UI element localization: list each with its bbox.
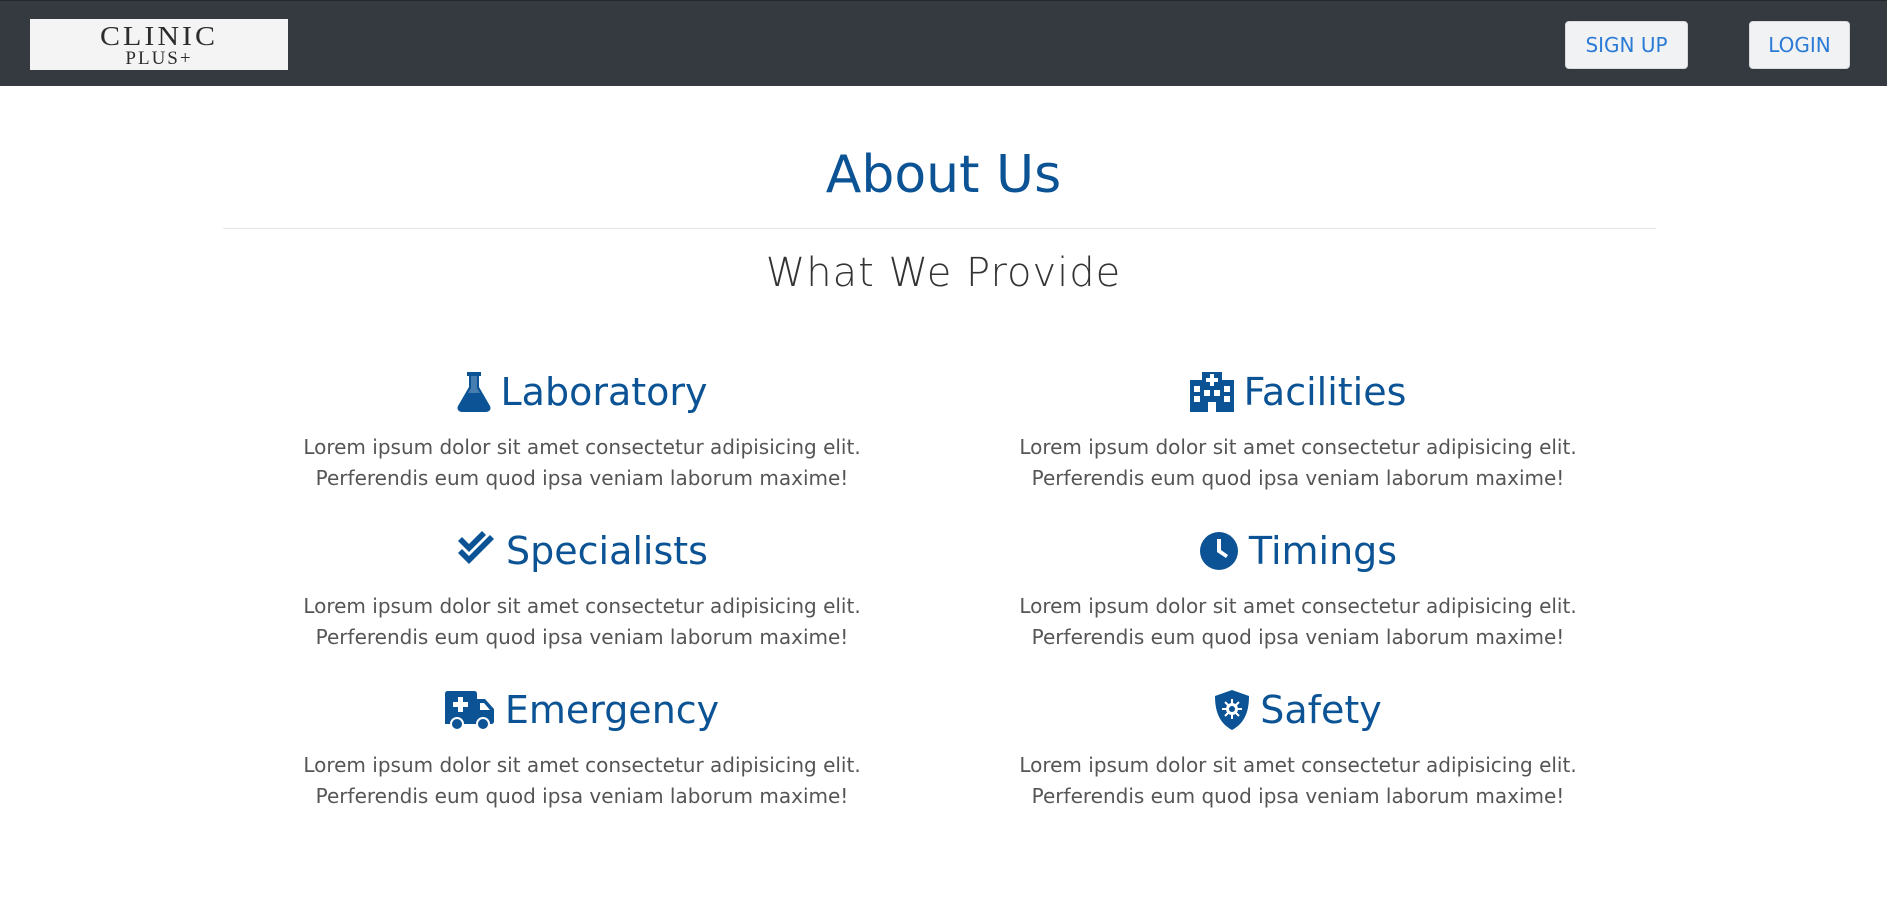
shield-virus-icon	[1214, 690, 1250, 730]
description-line-2: Perferendis eum quod ipsa veniam laborum…	[315, 784, 849, 808]
feature-description: Lorem ipsum dolor sit amet consectetur a…	[224, 591, 940, 653]
feature-description: Lorem ipsum dolor sit amet consectetur a…	[940, 432, 1656, 494]
feature-title: Facilities	[1243, 370, 1407, 414]
description-line-1: Lorem ipsum dolor sit amet consectetur a…	[303, 435, 861, 459]
feature-title: Emergency	[504, 688, 720, 732]
feature-description: Lorem ipsum dolor sit amet consectetur a…	[224, 432, 940, 494]
feature-facilities: Facilities Lorem ipsum dolor sit amet co…	[940, 366, 1656, 494]
feature-safety: Safety Lorem ipsum dolor sit amet consec…	[940, 684, 1656, 812]
feature-heading: Safety	[940, 684, 1656, 736]
page-title: About Us	[825, 145, 1062, 205]
feature-heading: Laboratory	[224, 366, 940, 418]
description-line-2: Perferendis eum quod ipsa veniam laborum…	[1031, 625, 1565, 649]
feature-description: Lorem ipsum dolor sit amet consectetur a…	[940, 591, 1656, 653]
feature-timings: Timings Lorem ipsum dolor sit amet conse…	[940, 525, 1656, 653]
description-line-1: Lorem ipsum dolor sit amet consectetur a…	[1019, 594, 1577, 618]
section-subtitle: What We Provide	[765, 250, 1122, 296]
clock-icon	[1199, 531, 1239, 571]
feature-title: Specialists	[506, 529, 708, 573]
clinic-plus-logo[interactable]: CLINIC PLUS+	[30, 19, 288, 70]
description-line-2: Perferendis eum quod ipsa veniam laborum…	[1031, 784, 1565, 808]
description-line-1: Lorem ipsum dolor sit amet consectetur a…	[1019, 435, 1577, 459]
feature-heading: Specialists	[224, 525, 940, 577]
double-check-icon	[456, 531, 496, 571]
top-navbar: CLINIC PLUS+ SIGN UP LOGIN	[0, 0, 1887, 86]
feature-description: Lorem ipsum dolor sit amet consectetur a…	[940, 750, 1656, 812]
feature-heading: Timings	[940, 525, 1656, 577]
sign-up-button[interactable]: SIGN UP	[1565, 21, 1688, 69]
flask-icon	[456, 372, 491, 412]
description-line-2: Perferendis eum quod ipsa veniam laborum…	[1031, 466, 1565, 490]
feature-title: Laboratory	[500, 370, 708, 414]
feature-heading: Emergency	[224, 684, 940, 736]
description-line-2: Perferendis eum quod ipsa veniam laborum…	[315, 625, 849, 649]
title-divider	[223, 228, 1656, 229]
description-line-1: Lorem ipsum dolor sit amet consectetur a…	[303, 594, 861, 618]
logo-line-1: CLINIC	[100, 21, 218, 51]
description-line-2: Perferendis eum quod ipsa veniam laborum…	[315, 466, 849, 490]
ambulance-icon	[444, 690, 495, 730]
feature-emergency: Emergency Lorem ipsum dolor sit amet con…	[224, 684, 940, 812]
login-button[interactable]: LOGIN	[1749, 21, 1850, 69]
feature-title: Safety	[1260, 688, 1382, 732]
hospital-icon	[1189, 372, 1234, 412]
description-line-1: Lorem ipsum dolor sit amet consectetur a…	[303, 753, 861, 777]
description-line-1: Lorem ipsum dolor sit amet consectetur a…	[1019, 753, 1577, 777]
feature-title: Timings	[1248, 529, 1398, 573]
feature-laboratory: Laboratory Lorem ipsum dolor sit amet co…	[224, 366, 940, 494]
feature-description: Lorem ipsum dolor sit amet consectetur a…	[224, 750, 940, 812]
feature-specialists: Specialists Lorem ipsum dolor sit amet c…	[224, 525, 940, 653]
feature-heading: Facilities	[940, 366, 1656, 418]
